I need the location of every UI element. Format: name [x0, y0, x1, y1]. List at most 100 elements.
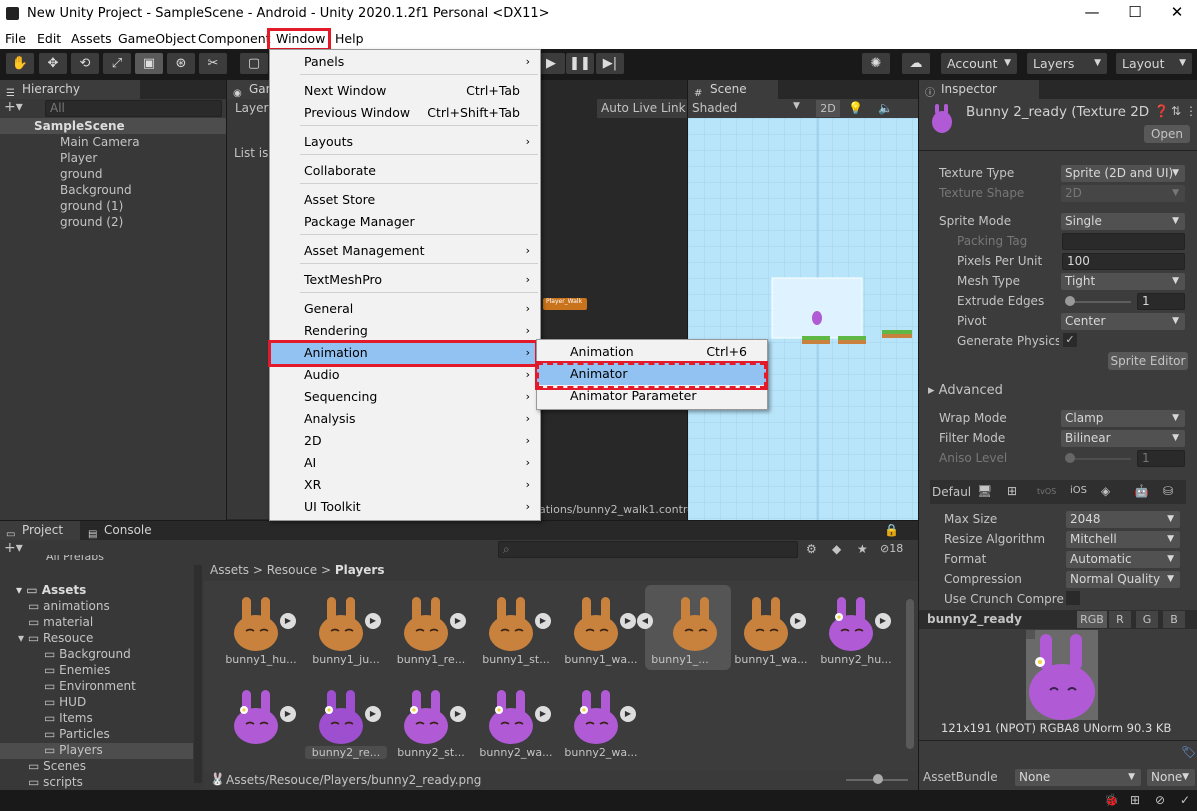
window-menu-item-textmeshpro[interactable]: TextMeshPro ›: [270, 269, 540, 291]
2d-toggle[interactable]: 2D: [816, 100, 840, 117]
play-icon[interactable]: ▶: [790, 613, 806, 629]
asset-thumbnail[interactable]: ▶ bunny1_re...: [396, 585, 466, 670]
extrude-input[interactable]: 1: [1137, 293, 1185, 310]
bug-icon[interactable]: 🐞: [1104, 793, 1119, 807]
transform-tool-icon[interactable]: ⊛: [167, 53, 195, 74]
tree-item[interactable]: ▭ Environment: [44, 679, 136, 693]
asset-thumbnail[interactable]: ▶ bunny1_wa...: [734, 585, 808, 670]
asset-thumbnail[interactable]: ▶ bunny1_st...: [481, 585, 551, 670]
play-icon[interactable]: ▶: [535, 706, 551, 722]
scene-view[interactable]: [688, 118, 918, 520]
chevron-down-icon[interactable]: ▼: [793, 101, 800, 111]
webgl-icon[interactable]: ◈: [1101, 484, 1110, 498]
pixels-per-unit-input[interactable]: 100: [1062, 253, 1185, 270]
tree-item[interactable]: ▭ Particles: [44, 727, 110, 741]
close-icon[interactable]: ✕: [1157, 3, 1197, 21]
hierarchy-item[interactable]: Main Camera: [60, 135, 140, 149]
move-tool-icon[interactable]: ✥: [39, 53, 67, 74]
window-menu-item-ai[interactable]: AI ›: [270, 452, 540, 474]
window-menu-item-analysis[interactable]: Analysis ›: [270, 408, 540, 430]
breadcrumb-players[interactable]: Players: [335, 563, 385, 577]
play-icon[interactable]: ▶: [620, 706, 636, 722]
format-dropdown[interactable]: Automatic ▼: [1066, 551, 1180, 568]
shading-dropdown[interactable]: Shaded: [692, 101, 737, 115]
project-search-input[interactable]: ⌕: [498, 541, 798, 558]
channel-rgb[interactable]: RGB: [1077, 611, 1107, 628]
play-icon[interactable]: ▶: [537, 53, 565, 74]
tag-icon[interactable]: 🏷: [1181, 745, 1196, 759]
tree-item[interactable]: ▭ Enemies: [44, 663, 110, 677]
asset-thumbnail[interactable]: ▶ bunny1_ju...: [311, 585, 381, 670]
tree-item[interactable]: ▾ ▭ Assets: [16, 583, 86, 597]
breadcrumb-assets[interactable]: Assets: [210, 563, 249, 577]
menu-assets[interactable]: Assets: [71, 31, 112, 46]
play-icon[interactable]: ▶: [875, 613, 891, 629]
animator-state[interactable]: Player_Walk: [543, 298, 587, 310]
channel-b[interactable]: B: [1163, 611, 1185, 628]
play-icon[interactable]: ▶: [450, 613, 466, 629]
sprite-mode-dropdown[interactable]: Single ▼: [1061, 213, 1185, 230]
layers-dropdown[interactable]: Layers ▼: [1027, 53, 1107, 74]
asset-thumbnail[interactable]: ▶ bunny2_wa...: [564, 678, 638, 763]
tree-item[interactable]: ▭ Background: [44, 647, 131, 661]
packing-tag-input[interactable]: [1062, 233, 1185, 250]
window-menu-item-general[interactable]: General ›: [270, 298, 540, 320]
help-icon[interactable]: ❓: [1154, 104, 1169, 118]
hierarchy-search-input[interactable]: All: [45, 100, 222, 117]
channel-r[interactable]: R: [1109, 611, 1131, 628]
window-menu-item-audio[interactable]: Audio ›: [270, 364, 540, 386]
play-icon[interactable]: ▶: [280, 706, 296, 722]
auto-live-link-button[interactable]: Auto Live Link: [597, 99, 687, 118]
window-menu-item-xr[interactable]: XR ›: [270, 474, 540, 496]
filter-mode-dropdown[interactable]: Bilinear ▼: [1061, 430, 1185, 447]
tree-item[interactable]: ▭ HUD: [44, 695, 86, 709]
menu-gameobject[interactable]: GameObject: [118, 31, 196, 46]
tree-item[interactable]: ▭ material: [28, 615, 93, 629]
menu-file[interactable]: File: [5, 31, 26, 46]
tab-inspector[interactable]: ⓘ Inspector: [919, 80, 1039, 99]
window-menu-item-collaborate[interactable]: Collaborate: [270, 160, 540, 182]
light-icon[interactable]: 💡: [848, 101, 863, 115]
play-icon[interactable]: ▶: [280, 613, 296, 629]
collab-icon[interactable]: ✺: [862, 53, 890, 74]
assetbundle-variant-dropdown[interactable]: None ▼: [1147, 769, 1195, 786]
filter-type-icon[interactable]: ⚙: [806, 542, 817, 556]
tree-scrollbar[interactable]: [194, 565, 202, 783]
sprite-editor-button[interactable]: Sprite Editor: [1108, 352, 1188, 370]
asset-thumbnail[interactable]: ▶ bunny2_wa...: [479, 678, 553, 763]
tab-hierarchy[interactable]: ☰ Hierarchy: [0, 80, 140, 99]
hidden-packages-count[interactable]: ⊘18: [880, 542, 903, 555]
hierarchy-item[interactable]: Background: [60, 183, 132, 197]
tree-item[interactable]: ▭ Items: [44, 711, 93, 725]
tree-item[interactable]: ▭ animations: [28, 599, 110, 613]
play-icon[interactable]: ◀: [637, 613, 653, 629]
more-icon[interactable]: ⋮: [1185, 104, 1197, 118]
grid-scrollbar[interactable]: [906, 599, 914, 749]
window-menu-item-panels[interactable]: Panels ›: [270, 51, 540, 73]
pivot-toggle[interactable]: ▢: [240, 53, 268, 74]
android-icon[interactable]: 🤖: [1134, 484, 1149, 498]
window-menu-item-previous-window[interactable]: Previous Window Ctrl+Shift+Tab: [270, 102, 540, 124]
tree-item-selected[interactable]: ▭ Players: [44, 743, 103, 757]
texture-type-dropdown[interactable]: Sprite (2D and UI) ▼: [1061, 165, 1185, 182]
rotate-tool-icon[interactable]: ⟲: [71, 53, 99, 74]
play-icon[interactable]: ▶: [450, 706, 466, 722]
windows-icon[interactable]: ⊞: [1007, 484, 1017, 498]
add-icon[interactable]: +▾: [4, 99, 23, 115]
window-menu-item-sequencing[interactable]: Sequencing ›: [270, 386, 540, 408]
max-size-dropdown[interactable]: 2048 ▼: [1066, 511, 1180, 528]
window-menu-item-asset-store[interactable]: Asset Store: [270, 189, 540, 211]
window-menu-item-asset-management[interactable]: Asset Management ›: [270, 240, 540, 262]
submenu-item-animation[interactable]: Animation Ctrl+6: [537, 341, 767, 363]
tab-console[interactable]: ▤ Console: [82, 521, 172, 540]
pivot-dropdown[interactable]: Center ▼: [1061, 313, 1185, 330]
asset-thumbnail[interactable]: ▶ bunny2_st...: [396, 678, 466, 763]
window-menu-item-2d[interactable]: 2D ›: [270, 430, 540, 452]
account-dropdown[interactable]: Account ▼: [941, 53, 1017, 74]
advanced-foldout[interactable]: ▸ Advanced: [928, 383, 1003, 398]
hierarchy-item[interactable]: Player: [60, 151, 97, 165]
menu-help[interactable]: Help: [335, 31, 364, 46]
tree-item[interactable]: ▾ ▭ Resouce: [18, 631, 93, 645]
tab-scene[interactable]: # Scene: [688, 80, 778, 99]
resize-algorithm-dropdown[interactable]: Mitchell ▼: [1066, 531, 1180, 548]
